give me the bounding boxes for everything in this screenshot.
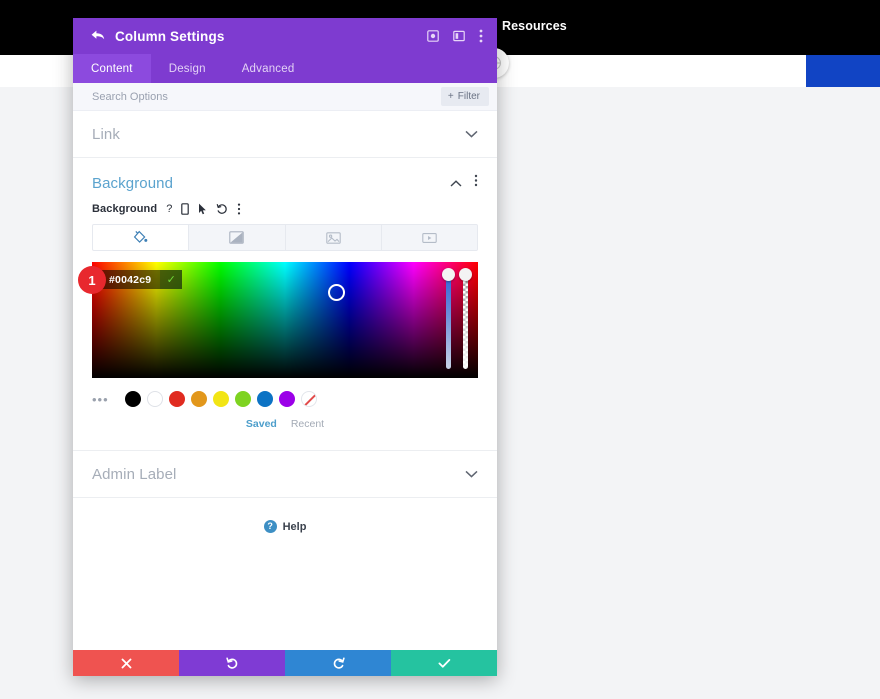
section-background: Background Background ?	[73, 158, 497, 451]
background-image-tab[interactable]	[286, 225, 382, 250]
hue-slider[interactable]	[444, 271, 453, 369]
section-toggle-link[interactable]: Link	[73, 111, 497, 158]
color-picker-wrapper: 1 #0042c9 ✓	[92, 262, 478, 378]
modal-body: Link Background	[73, 111, 497, 650]
swatch-white[interactable]	[147, 391, 163, 407]
step-badge-1: 1	[78, 266, 106, 294]
more-vertical-icon[interactable]	[479, 29, 483, 43]
responsive-mobile-icon[interactable]	[181, 203, 189, 215]
redo-button[interactable]	[285, 650, 391, 676]
site-header-blue-block	[806, 55, 880, 87]
background-gradient-tab[interactable]	[189, 225, 285, 250]
swatch-red[interactable]	[169, 391, 185, 407]
search-options-row: + Filter	[73, 83, 497, 111]
color-swatch-row: •••	[92, 391, 478, 407]
tab-content[interactable]: Content	[73, 54, 151, 83]
site-nav-item-resources[interactable]: Resources	[502, 19, 567, 33]
swatch-yellow[interactable]	[213, 391, 229, 407]
help-link[interactable]: ? Help	[73, 498, 497, 533]
modal-tab-bar: Content Design Advanced	[73, 54, 497, 83]
tab-design[interactable]: Design	[151, 54, 224, 83]
swatch-orange[interactable]	[191, 391, 207, 407]
section-background-header[interactable]: Background	[73, 158, 497, 192]
background-color-tab[interactable]	[93, 225, 189, 250]
alpha-slider[interactable]	[461, 271, 470, 369]
palette-tab-saved[interactable]: Saved	[246, 418, 277, 430]
background-field-label: Background	[92, 203, 157, 215]
color-picker-sliders	[444, 271, 470, 369]
undo-button[interactable]	[179, 650, 285, 676]
section-background-header-icons	[450, 174, 478, 192]
filter-button[interactable]: + Filter	[441, 87, 489, 106]
chevron-down-icon	[465, 130, 478, 138]
hex-input-group: #0042c9 ✓	[101, 270, 182, 289]
more-vertical-icon[interactable]	[474, 174, 478, 192]
modal-header-icon-group	[427, 29, 483, 43]
modal-footer	[73, 650, 497, 676]
swatch-green[interactable]	[235, 391, 251, 407]
back-arrow-icon[interactable]	[91, 30, 105, 42]
background-field-label-row: Background ?	[73, 192, 497, 215]
page-title: Column Settings	[115, 29, 427, 44]
modal-header: Column Settings	[73, 18, 497, 54]
search-input[interactable]	[92, 91, 441, 103]
swatch-black[interactable]	[125, 391, 141, 407]
hue-slider-handle[interactable]	[442, 268, 455, 281]
background-type-tabs	[92, 224, 478, 251]
more-swatches-button[interactable]: •••	[92, 393, 109, 406]
section-toggle-admin-label[interactable]: Admin Label	[73, 451, 497, 498]
section-title-admin-label: Admin Label	[92, 466, 465, 483]
save-button[interactable]	[391, 650, 497, 676]
reset-undo-icon[interactable]	[216, 203, 228, 215]
swatch-none[interactable]	[301, 391, 317, 407]
swatch-purple[interactable]	[279, 391, 295, 407]
chevron-down-icon	[465, 470, 478, 478]
section-title-link: Link	[92, 126, 465, 143]
filter-button-label: Filter	[458, 91, 480, 102]
color-picker-saturation-area[interactable]: #0042c9 ✓	[92, 262, 478, 378]
swatch-blue[interactable]	[257, 391, 273, 407]
target-icon[interactable]	[427, 30, 439, 42]
panel-layout-icon[interactable]	[453, 30, 465, 42]
section-title-background: Background	[92, 175, 450, 192]
alpha-slider-track	[463, 271, 468, 369]
help-question-icon: ?	[264, 520, 277, 533]
more-vertical-icon[interactable]	[237, 203, 241, 215]
tab-advanced[interactable]: Advanced	[224, 54, 313, 83]
alpha-slider-handle[interactable]	[459, 268, 472, 281]
background-video-tab[interactable]	[382, 225, 477, 250]
cancel-button[interactable]	[73, 650, 179, 676]
palette-tab-row: Saved Recent	[73, 418, 497, 430]
hue-slider-track	[446, 271, 451, 369]
plus-icon: +	[448, 92, 454, 102]
color-picker-cursor[interactable]	[328, 284, 345, 301]
help-question-icon[interactable]: ?	[166, 203, 172, 215]
chevron-up-icon[interactable]	[450, 174, 462, 192]
hover-cursor-icon[interactable]	[198, 203, 207, 215]
hex-confirm-check-icon[interactable]: ✓	[160, 270, 182, 289]
hex-color-input[interactable]: #0042c9	[101, 270, 160, 289]
column-settings-modal: Column Settings Content	[73, 18, 497, 676]
help-label: Help	[283, 521, 307, 533]
palette-tab-recent[interactable]: Recent	[291, 418, 324, 430]
